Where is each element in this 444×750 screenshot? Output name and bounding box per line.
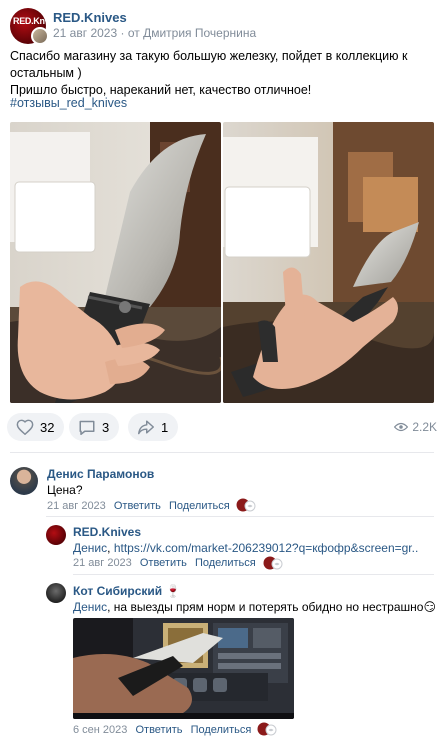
reaction-icon[interactable]	[236, 498, 256, 512]
commenter-avatar[interactable]	[46, 525, 66, 545]
knife-photo-1-image	[10, 122, 221, 403]
share-count: 1	[161, 419, 169, 435]
like-button[interactable]: 32	[7, 413, 65, 441]
knife-photo-2-image	[223, 122, 434, 403]
comment-date[interactable]: 21 авг 2023	[47, 500, 106, 512]
reply-item: RED.Knives Денис, https://vk.com/market-…	[46, 525, 434, 573]
wine-emoji: 🍷	[165, 584, 181, 598]
commenter-avatar[interactable]	[46, 583, 66, 603]
author-avatar[interactable]	[31, 27, 49, 45]
divider	[73, 574, 434, 575]
like-count: 32	[40, 419, 55, 435]
comment-count: 3	[102, 419, 110, 435]
comment-text: Денис, https://vk.com/market-206239012?q…	[73, 541, 418, 555]
comment-item: Денис Парамонов Цена? 21 авг 2023 Ответи…	[10, 467, 434, 515]
post-date[interactable]: 21 авг 2023	[53, 26, 117, 40]
commenter-avatar[interactable]	[10, 467, 38, 495]
share-icon	[138, 420, 154, 435]
commenter-name[interactable]: Денис Парамонов	[47, 467, 154, 481]
post-actions: 32 3 1 2.2K	[7, 413, 437, 441]
post-header: RED.Kn RED.Knives 21 авг 2023 · от Дмитр…	[10, 8, 434, 46]
share-comment-button[interactable]: Поделиться	[169, 500, 230, 512]
share-comment-button[interactable]: Поделиться	[195, 557, 256, 569]
reply-button[interactable]: Ответить	[140, 557, 187, 569]
reply-item: Кот Сибирский 🍷 Денис, на выезды прям но…	[46, 583, 436, 738]
post-text: Спасибо магазину за такую большую железк…	[10, 48, 434, 99]
eye-icon	[394, 422, 409, 432]
heart-icon	[16, 419, 34, 435]
community-name-link[interactable]: RED.Knives	[53, 10, 127, 25]
commenter-name[interactable]: Кот Сибирский 🍷	[73, 584, 180, 598]
divider	[10, 452, 434, 453]
post-text-line-1: Спасибо магазину за такую большую железк…	[10, 49, 408, 80]
comment-text: Денис, на выезды прям норм и потерять об…	[73, 600, 436, 614]
avatar-logo-text: RED.Kn	[13, 16, 45, 26]
market-link[interactable]: https://vk.com/market-206239012?q=кфофр&…	[114, 541, 419, 555]
from-author[interactable]: Дмитрия Почернина	[143, 26, 256, 40]
comment-icon	[79, 420, 95, 435]
mention-link[interactable]: Денис	[73, 541, 107, 555]
share-button[interactable]: 1	[128, 413, 179, 441]
comment-meta: 6 сен 2023 Ответить Поделиться	[73, 724, 251, 736]
comment-photo[interactable]	[73, 618, 294, 719]
commenter-name-text: Кот Сибирский	[73, 584, 163, 598]
divider	[46, 516, 434, 517]
post-photo-2[interactable]	[223, 122, 434, 403]
comment-separator: ,	[107, 541, 114, 555]
views-count: 2.2K	[412, 420, 437, 434]
comment-text: Цена?	[47, 483, 83, 497]
commenter-name[interactable]: RED.Knives	[73, 525, 141, 539]
reply-button[interactable]: Ответить	[114, 500, 161, 512]
comment-date[interactable]: 6 сен 2023	[73, 724, 127, 736]
comment-body: , на выезды прям норм и потерять обидно …	[107, 600, 424, 614]
from-prefix: · от	[120, 26, 140, 40]
smirk-emoji: 😏	[423, 600, 436, 614]
comment-button[interactable]: 3	[69, 413, 120, 441]
post-meta: 21 авг 2023 · от Дмитрия Почернина	[53, 26, 256, 40]
comment-date[interactable]: 21 авг 2023	[73, 557, 132, 569]
views-counter: 2.2K	[394, 420, 437, 434]
comment-photo-image	[73, 618, 294, 719]
comment-meta: 21 авг 2023 Ответить Поделиться	[73, 557, 256, 569]
post-photo-1[interactable]	[10, 122, 221, 403]
comment-meta: 21 авг 2023 Ответить Поделиться	[47, 500, 230, 512]
share-comment-button[interactable]: Поделиться	[191, 724, 252, 736]
hashtag-link[interactable]: #отзывы_red_knives	[10, 96, 127, 110]
reaction-icon[interactable]	[263, 556, 283, 570]
reply-button[interactable]: Ответить	[135, 724, 182, 736]
mention-link[interactable]: Денис	[73, 600, 107, 614]
reaction-icon[interactable]	[257, 722, 277, 736]
